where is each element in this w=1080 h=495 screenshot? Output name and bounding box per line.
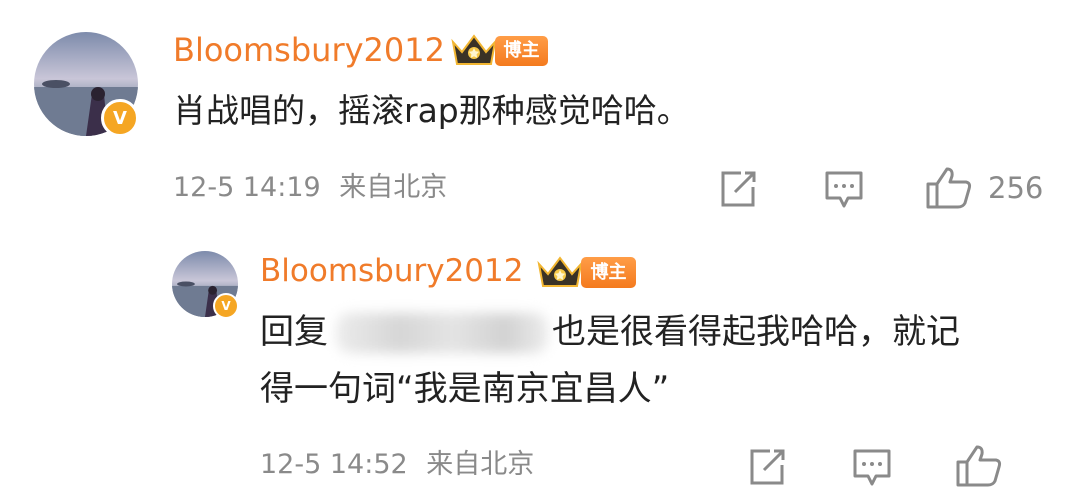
blogger-badge: 博主	[581, 257, 636, 288]
comment-icon[interactable]	[824, 170, 864, 210]
comment-icon[interactable]	[852, 448, 892, 488]
username[interactable]: Bloomsbury2012	[173, 28, 445, 72]
redacted-username	[336, 313, 548, 353]
verified-badge: V	[213, 293, 239, 319]
verified-mark: V	[113, 107, 127, 129]
verified-badge: V	[101, 99, 139, 137]
crown-icon	[537, 256, 583, 287]
share-icon[interactable]	[748, 448, 788, 486]
comment-location: 来自北京	[339, 172, 448, 203]
comment-timestamp: 12-5 14:19 来自北京	[173, 168, 447, 208]
reply-time: 12-5 14:52	[260, 449, 408, 480]
verified-mark: V	[221, 299, 231, 313]
reply-prefix: 回复	[260, 312, 328, 352]
share-icon[interactable]	[719, 170, 759, 208]
reply-text-line1: 也是很看得起我哈哈，就记	[552, 312, 960, 352]
like-icon[interactable]	[925, 166, 973, 210]
crown-icon	[451, 34, 497, 65]
comment-time: 12-5 14:19	[173, 172, 321, 203]
like-icon[interactable]	[955, 444, 1003, 488]
reply-location: 来自北京	[426, 449, 535, 480]
reply-timestamp: 12-5 14:52 来自北京	[260, 445, 534, 485]
like-count: 256	[988, 171, 1044, 205]
blogger-badge: 博主	[495, 36, 548, 66]
reply-text-line2: 得一句词“我是南京宜昌人”	[260, 369, 670, 409]
reply-username[interactable]: Bloomsbury2012	[260, 250, 523, 292]
comment-text: 肖战唱的，摇滚rap那种感觉哈哈。	[173, 91, 690, 130]
